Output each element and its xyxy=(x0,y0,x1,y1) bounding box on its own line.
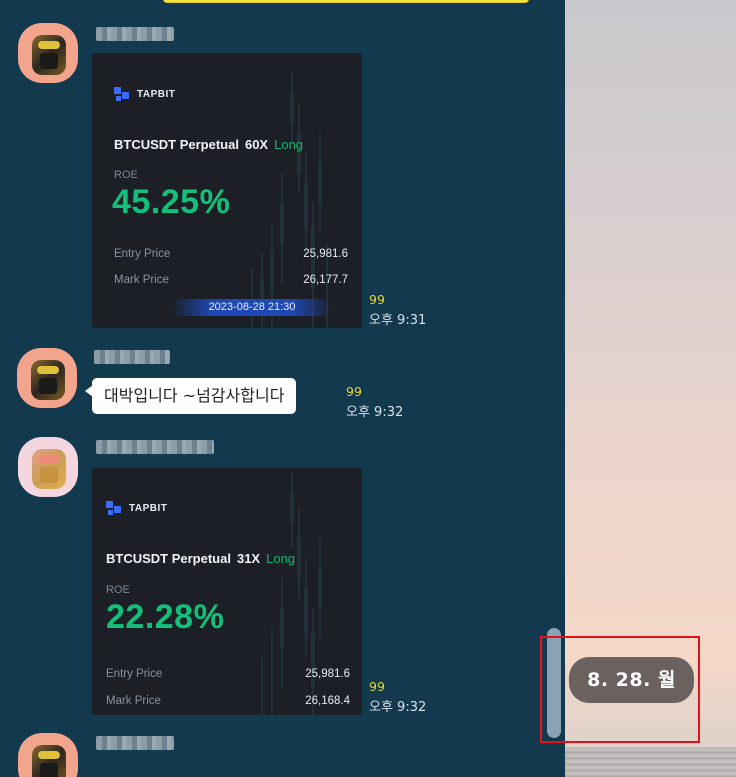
mark-price-value: 26,168.4 xyxy=(305,695,350,707)
leverage: 60X xyxy=(244,137,269,152)
chat-area: TAPBIT BTCUSDT Perpetual 60X Long ROE 45.2… xyxy=(0,0,565,777)
entry-price-value: 25,981.6 xyxy=(305,668,350,680)
wallpaper-ground xyxy=(565,747,736,777)
top-message-edge xyxy=(163,0,529,3)
message-time: 오후 9:32 xyxy=(346,405,404,420)
trade-card-image[interactable]: TAPBIT BTCUSDT Perpetual 31X Long ROE 22.2… xyxy=(92,468,362,715)
roe-label: ROE xyxy=(106,584,130,596)
pair-name: BTCUSDT Perpetual xyxy=(114,137,239,152)
scrollbar-thumb[interactable] xyxy=(547,628,561,738)
tapbit-logo-icon xyxy=(106,501,121,516)
sender-avatar[interactable] xyxy=(18,23,78,83)
message-time: 오후 9:32 xyxy=(369,700,427,715)
brand-name: TAPBIT xyxy=(129,503,168,514)
leverage: 31X xyxy=(236,551,261,566)
pair-name: BTCUSDT Perpetual xyxy=(106,551,231,566)
trade-card-image[interactable]: TAPBIT BTCUSDT Perpetual 60X Long ROE 45.2… xyxy=(92,53,362,328)
tapbit-logo: TAPBIT xyxy=(106,501,167,516)
entry-price-label: Entry Price xyxy=(114,248,171,260)
roe-value: 45.25% xyxy=(112,183,231,221)
sender-name-blurred xyxy=(96,27,174,41)
sender-avatar[interactable] xyxy=(18,733,78,777)
sender-name-blurred xyxy=(96,736,174,750)
entry-price-value: 25,981.6 xyxy=(303,248,348,260)
date-chip: 8. 28. 월 xyxy=(569,657,694,703)
position-side: Long xyxy=(266,551,296,566)
mark-price-label: Mark Price xyxy=(114,274,169,286)
tapbit-logo-icon xyxy=(114,87,129,102)
brand-name: TAPBIT xyxy=(137,89,176,100)
roe-label: ROE xyxy=(114,169,138,181)
message-meta: 99 오후 9:31 xyxy=(369,292,426,328)
read-count: 99 xyxy=(369,679,385,694)
sender-avatar[interactable] xyxy=(18,437,78,497)
read-count: 99 xyxy=(369,292,385,307)
sender-name-blurred xyxy=(96,440,214,454)
message-meta: 99 오후 9:32 xyxy=(346,384,403,420)
mark-price-label: Mark Price xyxy=(106,695,161,707)
card-timestamp: 2023-08-28 21:30 xyxy=(172,299,332,316)
tapbit-logo: TAPBIT xyxy=(114,87,175,102)
mark-price-value: 26,177.7 xyxy=(303,274,348,286)
message-meta: 99 오후 9:32 xyxy=(369,679,426,715)
read-count: 99 xyxy=(346,384,362,399)
message-time: 오후 9:31 xyxy=(369,313,427,328)
entry-price-label: Entry Price xyxy=(106,668,163,680)
contract-pair: BTCUSDT Perpetual 60X Long xyxy=(114,137,303,152)
sender-avatar[interactable] xyxy=(17,348,77,408)
text-message-bubble[interactable]: 대박입니다 ~넘감사합니다 xyxy=(84,378,297,414)
position-side: Long xyxy=(274,137,304,152)
sender-name-blurred xyxy=(94,350,170,364)
contract-pair: BTCUSDT Perpetual 31X Long xyxy=(106,551,295,566)
roe-value: 22.28% xyxy=(106,598,225,636)
